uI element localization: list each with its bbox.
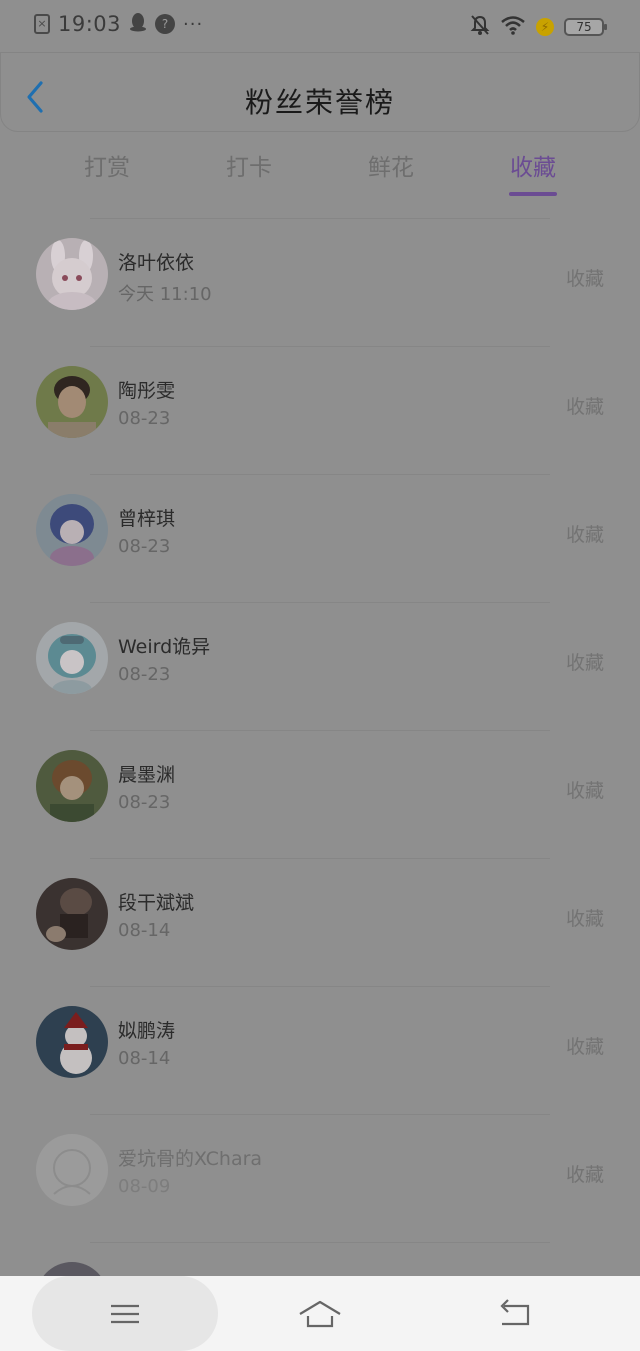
tab-favorites[interactable]: 收藏 <box>488 148 578 182</box>
page-title: 粉丝荣誉榜 <box>244 86 395 119</box>
favorite-label: 收藏 <box>565 1164 604 1186</box>
user-date: 08-23 <box>118 792 171 813</box>
boy-photo-avatar <box>36 366 108 438</box>
app-badge-icon: ? <box>155 14 176 34</box>
user-name: 曾梓琪 <box>118 508 176 530</box>
menu-icon[interactable] <box>105 1298 145 1330</box>
tab-reward[interactable]: 打赏 <box>62 148 152 182</box>
home-icon[interactable] <box>298 1298 341 1330</box>
user-date: 08-23 <box>118 408 171 429</box>
charging-icon: ⚡ <box>536 18 554 36</box>
user-name: 爱坑骨的XChara <box>118 1148 263 1170</box>
fan-list: 洛叶依依 今天 11:10 收藏 陶彤雯 08-23 收藏 曾梓琪 08-23 … <box>0 218 640 1288</box>
more-dots-icon: ··· <box>183 13 204 35</box>
user-name: 洛叶依依 <box>118 252 195 274</box>
user-date: 08-14 <box>118 920 171 941</box>
user-name: Weird诡异 <box>118 636 211 658</box>
favorite-label: 收藏 <box>565 524 604 546</box>
favorite-label: 收藏 <box>565 780 604 802</box>
anime-brown-hair-avatar <box>36 750 108 822</box>
user-date: 08-14 <box>118 1048 171 1069</box>
user-name: 晨墨渊 <box>118 764 176 786</box>
favorite-label: 收藏 <box>565 396 604 418</box>
sketch-avatar <box>36 1134 108 1206</box>
wifi-icon <box>500 15 526 39</box>
anime-teal-hair-avatar <box>36 622 108 694</box>
list-item[interactable]: 晨墨渊 08-23 收藏 <box>0 730 640 858</box>
dark-photo-avatar <box>36 878 108 950</box>
sim-icon: × <box>34 14 50 34</box>
user-date: 今天 11:10 <box>118 284 212 305</box>
list-item[interactable]: 段干斌斌 08-14 收藏 <box>0 858 640 986</box>
system-nav-bar <box>0 1276 640 1351</box>
anime-bunny-girl-avatar <box>36 238 108 310</box>
list-item[interactable]: Weird诡异 08-23 收藏 <box>0 602 640 730</box>
status-bar: × 19:03 ? ··· ⚡ 75 <box>0 0 640 52</box>
snowman-avatar <box>36 1006 108 1078</box>
list-item[interactable]: 陶彤雯 08-23 收藏 <box>0 346 640 474</box>
favorite-label: 收藏 <box>565 1036 604 1058</box>
list-item[interactable]: 姒鹏涛 08-14 收藏 <box>0 986 640 1114</box>
favorite-label: 收藏 <box>565 908 604 930</box>
list-item[interactable]: 洛叶依依 今天 11:10 收藏 <box>0 218 640 346</box>
user-name: 段干斌斌 <box>118 892 195 914</box>
user-date: 08-23 <box>118 536 171 557</box>
user-name: 陶彤雯 <box>118 380 176 402</box>
battery-icon: 75 <box>564 18 607 36</box>
back-icon[interactable] <box>496 1298 536 1330</box>
user-date: 08-23 <box>118 664 171 685</box>
favorite-label: 收藏 <box>565 268 604 290</box>
tab-bar: 打赏 打卡 鲜花 收藏 <box>0 148 640 198</box>
mute-bell-icon <box>470 14 490 40</box>
anime-blue-hair-avatar <box>36 494 108 566</box>
active-tab-indicator <box>509 192 557 196</box>
header-bar: 粉丝荣誉榜 <box>0 52 640 132</box>
tab-flowers[interactable]: 鲜花 <box>346 148 436 182</box>
status-time: 19:03 <box>58 12 122 36</box>
list-item[interactable]: 曾梓琪 08-23 收藏 <box>0 474 640 602</box>
favorite-label: 收藏 <box>565 652 604 674</box>
user-name: 姒鹏涛 <box>118 1020 176 1042</box>
qq-penguin-icon <box>129 12 147 36</box>
user-date: 08-09 <box>118 1176 171 1197</box>
tab-checkin[interactable]: 打卡 <box>204 148 294 182</box>
list-item[interactable]: 爱坑骨的XChara 08-09 收藏 <box>0 1114 640 1242</box>
